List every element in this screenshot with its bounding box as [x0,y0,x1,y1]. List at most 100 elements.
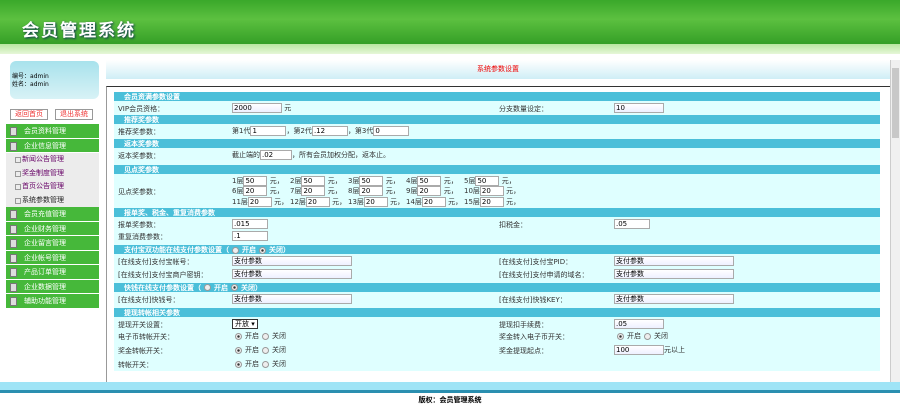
layer-item: 4层 50 元， [406,175,464,187]
menu-orders[interactable]: 产品订单管理 [6,265,99,280]
kq-open-radio[interactable] [204,284,211,291]
vip-input[interactable]: 2000 [232,103,282,113]
layer-input[interactable]: 20 [305,196,330,207]
wd-label: 提现开关设置： [118,320,167,329]
wd-select[interactable]: 开放 ▾ [232,318,258,329]
menu-message[interactable]: 企业留言管理 [6,236,99,251]
fee-input[interactable]: .05 [614,318,664,329]
submenu-system-params[interactable]: 系统参数管理 [6,193,99,207]
menu-data[interactable]: 企业数据管理 [6,279,99,294]
g3-input[interactable]: 0 [373,125,410,136]
bd-input[interactable]: .015 [232,218,268,229]
min-post: 元以上 [664,346,685,354]
layer-input[interactable]: 50 [475,175,500,186]
layer-item: 14层 20 元， [406,196,464,208]
kq-label: [在线支付]快钱号： [118,295,180,304]
layer-input[interactable]: 20 [301,186,326,196]
sidebar-menu: 会员资料管理 企业信息管理 新闻公告管理 奖金制度管理 首页公告管理 系统参数管… [6,124,99,309]
unit: 元， [332,197,347,206]
menu-member[interactable]: 会员资料管理 [6,124,99,139]
scrollbar-thumb[interactable] [892,68,899,138]
g3-label: ，第3代 [347,126,374,135]
section-recommend: 推荐奖参数 [114,114,880,125]
off-label: 关闭 [654,332,668,340]
menu-recharge[interactable]: 会员充值管理 [6,207,99,222]
tr-off-radio[interactable] [262,360,269,368]
layer-input[interactable]: 50 [301,175,326,186]
to-ec-on-radio[interactable] [617,332,624,340]
home-button[interactable]: 返回首页 [10,109,48,120]
layer-input[interactable]: 20 [479,186,504,196]
to-ec-off-radio[interactable] [644,332,651,340]
bonus-tr-on-radio[interactable] [235,346,242,354]
ec-on-radio[interactable] [235,332,242,340]
kq-close-radio[interactable] [231,284,238,291]
unit: 元， [506,187,521,195]
layer-label: 8层 [348,187,360,195]
submenu-home-notice[interactable]: 首页公告管理 [6,180,99,194]
layer-input[interactable]: 50 [417,175,442,186]
layer-input[interactable]: 20 [247,196,272,207]
bonus-tr-off-radio[interactable] [262,346,269,354]
section-vip: 会员资满参数设置 [114,92,880,102]
layer-input[interactable]: 20 [243,186,268,196]
unit: 元， [274,197,289,206]
kq-input[interactable]: 支付参数 [232,293,352,304]
section-kuaiqian: 快钱在线支付参数设置（ 开启 关闭） [114,282,880,293]
bd-label: 报单奖参数： [118,220,160,229]
section-withdraw: 提现转帐相关参数 [114,307,880,318]
g1-input[interactable]: 1 [250,125,287,136]
layer-input[interactable]: 20 [359,186,384,196]
layer-input[interactable]: 50 [243,175,268,186]
g1-label: 第1代 [232,126,251,135]
ali-acc-input[interactable]: 支付参数 [232,256,352,266]
layer-label: 10层 [464,187,480,195]
layer-input[interactable]: 20 [363,196,388,207]
ec-off-radio[interactable] [262,332,269,340]
layer-label: 5层 [464,176,476,185]
tax-input[interactable]: .05 [614,218,650,229]
layer-input[interactable]: 20 [421,196,446,207]
layer-grid: 1层 50 元， 2层 50 元， 3层 50 元， 4层 50 元， 5层 50 元， 6层 20 … [232,175,522,208]
layer-input[interactable]: 20 [417,186,442,196]
layer-item: 7层 20 元， [290,186,348,197]
layer-input[interactable]: 20 [479,196,504,207]
header-banner: 会员管理系统 [0,0,900,54]
tr-label: 转帐开关： [118,361,153,369]
ali-acc-label: [在线支付]支付宝帐号： [118,258,194,266]
vip-label: VIP会员资格： [118,105,165,113]
ali-dom-input[interactable]: 支付参数 [614,268,734,279]
scrollbar[interactable] [890,60,900,382]
submenu-bonus[interactable]: 奖金制度管理 [6,166,99,180]
tr-on-radio[interactable] [235,360,242,368]
ali-pid-input[interactable]: 支付参数 [614,256,734,266]
alipay-title: 支付宝双功能在线支付参数设置（ [124,246,229,254]
g2-input[interactable]: .12 [311,125,348,136]
min-input[interactable]: 100 [614,345,664,355]
unit: 元， [501,176,516,185]
tax-label: 扣税金： [499,220,527,229]
menu-finance[interactable]: 企业财务管理 [6,221,99,236]
min-label: 奖金提现起点： [499,347,548,355]
wd-value: 开放 [235,319,249,328]
submenu-news[interactable]: 新闻公告管理 [6,153,99,167]
alipay-open-radio[interactable] [232,246,239,254]
menu-aux[interactable]: 辅助功能管理 [6,294,99,309]
menu-account[interactable]: 企业帐号管理 [6,250,99,265]
menu-company-info[interactable]: 企业信息管理 [6,138,99,153]
kq-key-input[interactable]: 支付参数 [614,293,734,304]
ali-key-input[interactable]: 支付参数 [232,268,352,279]
section-alipay: 支付宝双功能在线支付参数设置（ 开启 关闭） [114,245,880,255]
logout-button[interactable]: 退出系统 [55,109,93,120]
layer-item: 1层 50 元， [232,175,290,187]
layer-label: 13层 [348,197,364,206]
layer-input[interactable]: 50 [359,175,384,186]
on-label: 开启 [245,346,259,354]
ret-input[interactable]: .02 [260,149,292,160]
alipay-close-radio[interactable] [259,246,266,254]
close-label: 关闭） [241,283,262,292]
layer-label: 9层 [406,187,418,195]
rep-input[interactable]: .1 [232,231,268,241]
footer-copyright: 版权：会员管理系统 [418,396,482,404]
branch-input[interactable]: 10 [614,103,664,113]
